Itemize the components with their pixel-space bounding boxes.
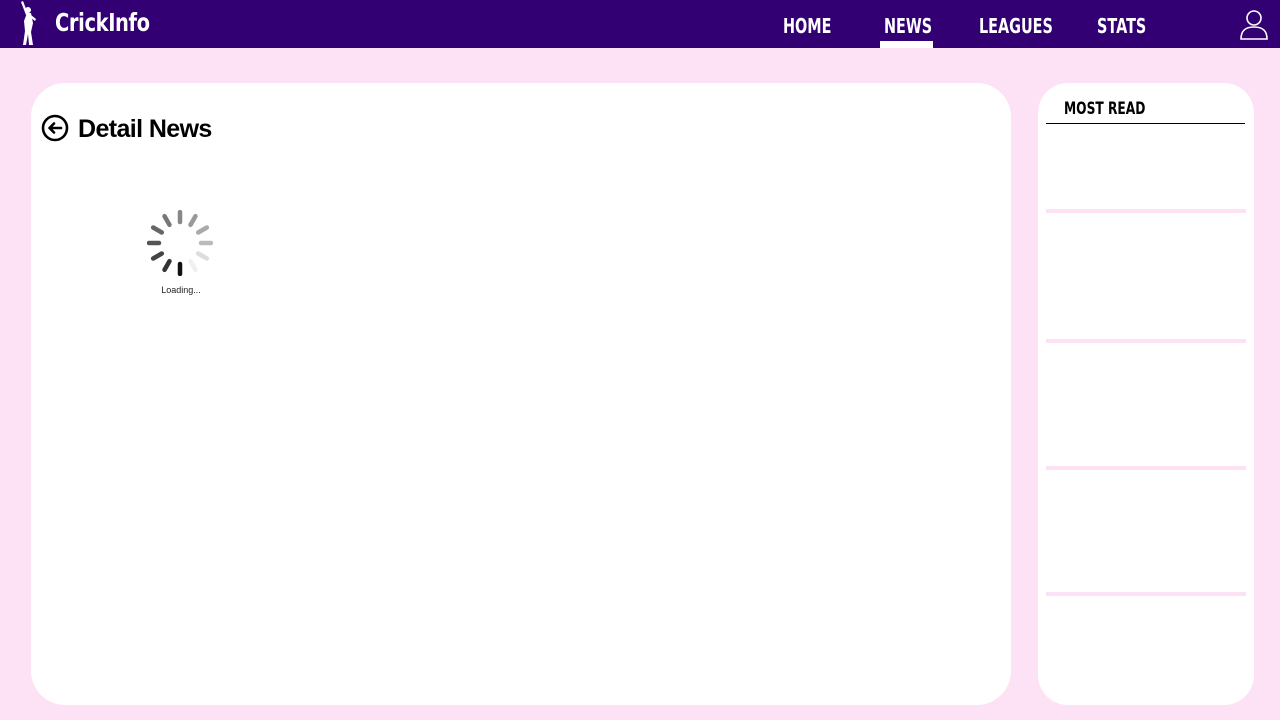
loading-text: Loading... [161, 285, 201, 295]
spinner-segment [162, 258, 172, 273]
loading-spinner-icon [147, 210, 213, 276]
spinner-segment [150, 251, 165, 261]
spinner-segment [188, 213, 198, 228]
most-read-item[interactable] [1046, 129, 1246, 207]
list-divider [1046, 209, 1246, 213]
nav-active-indicator [880, 41, 933, 48]
list-divider [1046, 339, 1246, 343]
most-read-item[interactable] [1046, 598, 1246, 693]
most-read-title: MOST READ [1064, 99, 1146, 119]
arrow-left-circle-icon[interactable] [41, 114, 69, 142]
nav-leagues[interactable]: LEAGUES [979, 12, 1053, 40]
spinner-segment [162, 213, 172, 228]
nav-home[interactable]: HOME [783, 12, 831, 40]
most-read-item[interactable] [1046, 345, 1246, 463]
most-read-item[interactable] [1046, 472, 1246, 590]
news-detail-card: Detail News Loading... [31, 83, 1011, 705]
page-title: Detail News [78, 115, 212, 143]
top-navbar: CrickInfo HOME NEWS LEAGUES STATS [0, 0, 1280, 48]
nav-stats[interactable]: STATS [1097, 12, 1146, 40]
spinner-segment [150, 225, 165, 235]
nav-news[interactable]: NEWS [884, 12, 932, 40]
user-icon[interactable] [1238, 8, 1270, 40]
list-divider [1046, 592, 1246, 596]
spinner-segment [188, 258, 198, 273]
title-divider [1046, 123, 1245, 124]
cricket-batsman-icon[interactable] [14, 1, 46, 47]
most-read-panel: MOST READ [1038, 83, 1254, 705]
list-divider [1046, 466, 1246, 470]
spinner-segment [195, 225, 210, 235]
most-read-item[interactable] [1046, 215, 1246, 337]
brand-name[interactable]: CrickInfo [55, 7, 150, 39]
spinner-segment [195, 251, 210, 261]
